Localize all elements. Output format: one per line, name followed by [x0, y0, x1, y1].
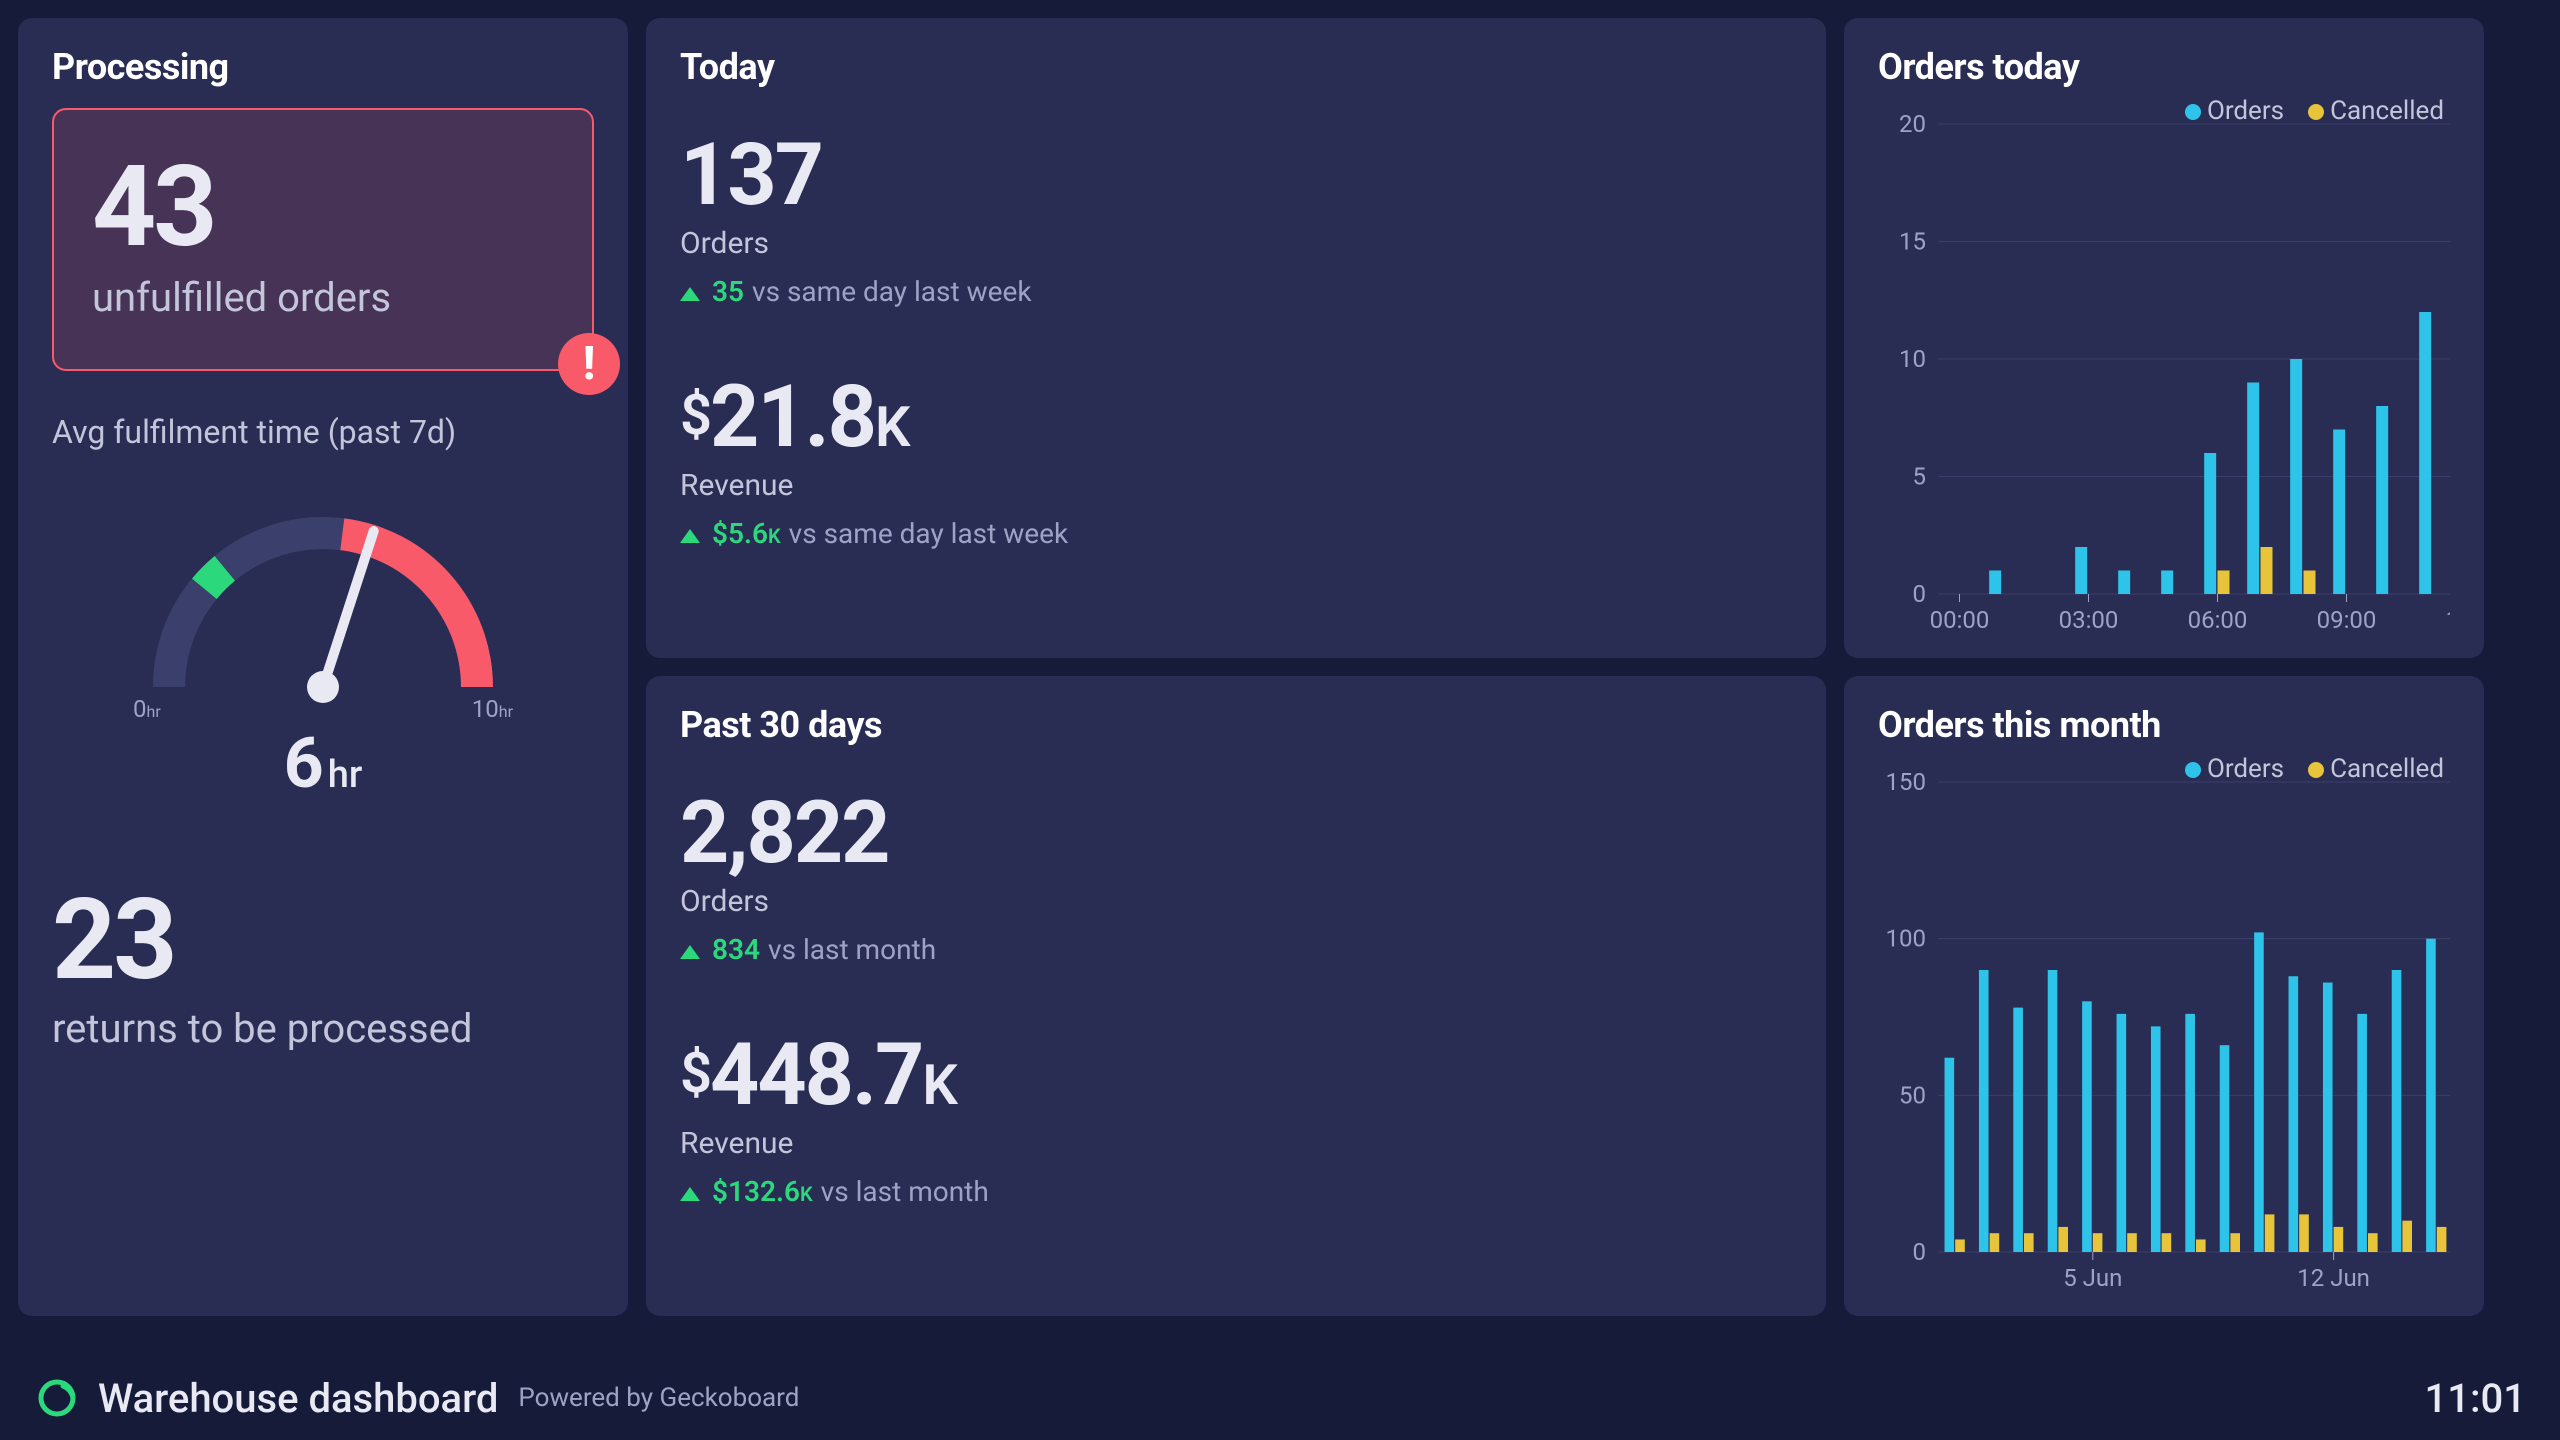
delta-value: $5.6K — [712, 517, 781, 550]
legend-item-orders: Orders — [2185, 754, 2284, 784]
svg-text:09:00: 09:00 — [2317, 606, 2377, 634]
footer-powered: Powered by Geckoboard — [518, 1383, 799, 1413]
delta-text: vs last month — [768, 933, 936, 966]
caret-up-icon — [680, 529, 700, 543]
metric-past30-orders-delta: 834 vs last month — [680, 933, 1792, 966]
card-processing-title: Processing — [52, 46, 594, 88]
alert-value: 43 — [92, 152, 554, 264]
delta-text: vs same day last week — [789, 517, 1069, 550]
metric-past30-orders: 2,822 Orders 834 vs last month — [680, 790, 1792, 966]
metric-today-revenue-delta: $5.6K vs same day last week — [680, 517, 1792, 550]
card-past30-title: Past 30 days — [680, 704, 1792, 746]
dot-icon — [2185, 762, 2201, 778]
footer: Warehouse dashboard Powered by Geckoboar… — [0, 1356, 2560, 1440]
footer-title: Warehouse dashboard — [98, 1375, 498, 1422]
delta-text: vs same day last week — [752, 275, 1032, 308]
dot-icon — [2308, 762, 2324, 778]
svg-text:10: 10 — [1899, 345, 1926, 373]
card-orders-month: Orders this month Orders Cancelled 0 50 10… — [1844, 676, 2484, 1316]
delta-value: 834 — [712, 933, 760, 966]
svg-text:15: 15 — [1899, 228, 1926, 256]
returns-label: returns to be processed — [52, 1005, 594, 1052]
gauge-max: 10hr — [472, 695, 513, 723]
svg-text:12 Jun: 12 Jun — [2297, 1264, 2370, 1292]
metric-past30-orders-value: 2,822 — [680, 790, 1792, 876]
svg-text:03:00: 03:00 — [2059, 606, 2119, 634]
svg-text:20: 20 — [1899, 110, 1926, 138]
returns-value: 23 — [52, 885, 594, 997]
svg-text:50: 50 — [1899, 1081, 1926, 1109]
gauge-title: Avg fulfilment time (past 7d) — [52, 413, 594, 451]
metric-today-orders-value: 137 — [680, 132, 1792, 218]
legend-item-orders: Orders — [2185, 96, 2284, 126]
gauge-min: 0hr — [133, 695, 161, 723]
dot-icon — [2308, 104, 2324, 120]
svg-text:0: 0 — [1913, 580, 1927, 608]
legend-item-cancelled: Cancelled — [2308, 96, 2444, 126]
svg-text:5 Jun: 5 Jun — [2063, 1264, 2122, 1292]
gauge-value: 6hr — [284, 723, 363, 805]
metric-past30-revenue-label: Revenue — [680, 1126, 1792, 1161]
svg-text:12:00: 12:00 — [2446, 606, 2450, 634]
caret-up-icon — [680, 287, 700, 301]
dot-icon — [2185, 104, 2201, 120]
caret-up-icon — [680, 945, 700, 959]
metric-past30-revenue-delta: $132.6K vs last month — [680, 1175, 1792, 1208]
caret-up-icon — [680, 1187, 700, 1201]
alert-unfulfilled: 43 unfulfilled orders ! — [52, 108, 594, 371]
legend-item-cancelled: Cancelled — [2308, 754, 2444, 784]
metric-returns: 23 returns to be processed — [52, 885, 594, 1052]
metric-today-orders: 137 Orders 35 vs same day last week — [680, 132, 1792, 308]
metric-today-revenue-label: Revenue — [680, 468, 1792, 503]
card-today-title: Today — [680, 46, 1792, 88]
alert-icon: ! — [558, 333, 620, 395]
metric-today-orders-label: Orders — [680, 226, 1792, 261]
brand-logo-icon — [34, 1375, 80, 1421]
card-today: Today 137 Orders 35 vs same day last wee… — [646, 18, 1826, 658]
metric-past30-revenue: $448.7K Revenue $132.6K vs last month — [680, 1032, 1792, 1208]
gauge-fulfilment: 0hr 10hr 6hr — [52, 477, 594, 805]
footer-clock: 11:01 — [2425, 1375, 2526, 1422]
svg-text:06:00: 06:00 — [2188, 606, 2248, 634]
metric-today-revenue: $21.8K Revenue $5.6K vs same day last we… — [680, 374, 1792, 550]
delta-text: vs last month — [821, 1175, 989, 1208]
chart-orders-month: 0501001505 Jun12 Jun19 Jun26 Jun — [1878, 762, 2450, 1302]
metric-today-orders-delta: 35 vs same day last week — [680, 275, 1792, 308]
legend-orders-month: Orders Cancelled — [2185, 754, 2444, 784]
metric-past30-orders-label: Orders — [680, 884, 1792, 919]
svg-text:5: 5 — [1913, 463, 1927, 491]
card-orders-today-title: Orders today — [1878, 46, 2450, 88]
gauge-axis: 0hr 10hr — [133, 695, 513, 723]
chart-orders-today: 0510152000:0003:0006:0009:0012:0015:0018… — [1878, 104, 2450, 644]
alert-label: unfulfilled orders — [92, 274, 554, 321]
gauge-svg — [113, 477, 533, 707]
metric-past30-revenue-value: $448.7K — [680, 1032, 1792, 1118]
legend-orders-today: Orders Cancelled — [2185, 96, 2444, 126]
svg-text:100: 100 — [1886, 925, 1926, 953]
card-orders-month-title: Orders this month — [1878, 704, 2450, 746]
metric-today-revenue-value: $21.8K — [680, 374, 1792, 460]
svg-text:150: 150 — [1886, 768, 1926, 796]
svg-text:0: 0 — [1913, 1238, 1927, 1266]
delta-value: 35 — [712, 275, 744, 308]
card-past30: Past 30 days 2,822 Orders 834 vs last mo… — [646, 676, 1826, 1316]
card-processing: Processing 43 unfulfilled orders ! Avg f… — [18, 18, 628, 1316]
svg-text:00:00: 00:00 — [1930, 606, 1990, 634]
card-orders-today: Orders today Orders Cancelled 0 5 10 15 20 00… — [1844, 18, 2484, 658]
delta-value: $132.6K — [712, 1175, 813, 1208]
